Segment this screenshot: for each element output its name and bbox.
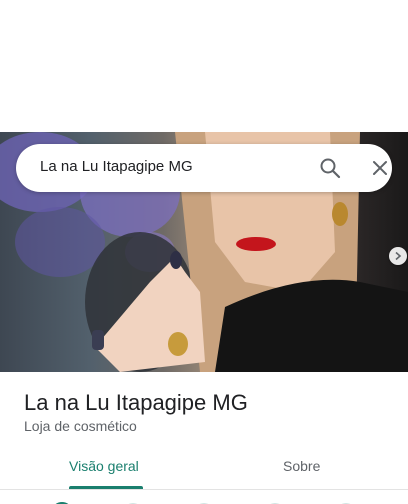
next-photo-button[interactable] xyxy=(389,247,407,265)
tab-bar: Visão geral Sobre xyxy=(0,444,408,490)
tab-about[interactable]: Sobre xyxy=(283,458,320,474)
chevron-right-icon xyxy=(395,251,402,261)
place-category[interactable]: Loja de cosmético xyxy=(24,418,137,434)
action-buttons-row xyxy=(0,496,408,504)
tab-selected-indicator xyxy=(69,486,143,489)
search-bar[interactable]: La na Lu Itapagipe MG xyxy=(16,144,392,192)
place-title: La na Lu Itapagipe MG xyxy=(24,390,248,415)
search-input[interactable]: La na Lu Itapagipe MG xyxy=(40,158,193,175)
blank-area xyxy=(0,0,408,132)
close-icon[interactable] xyxy=(368,156,392,180)
search-icon[interactable] xyxy=(318,156,342,180)
tab-overview[interactable]: Visão geral xyxy=(69,458,139,474)
